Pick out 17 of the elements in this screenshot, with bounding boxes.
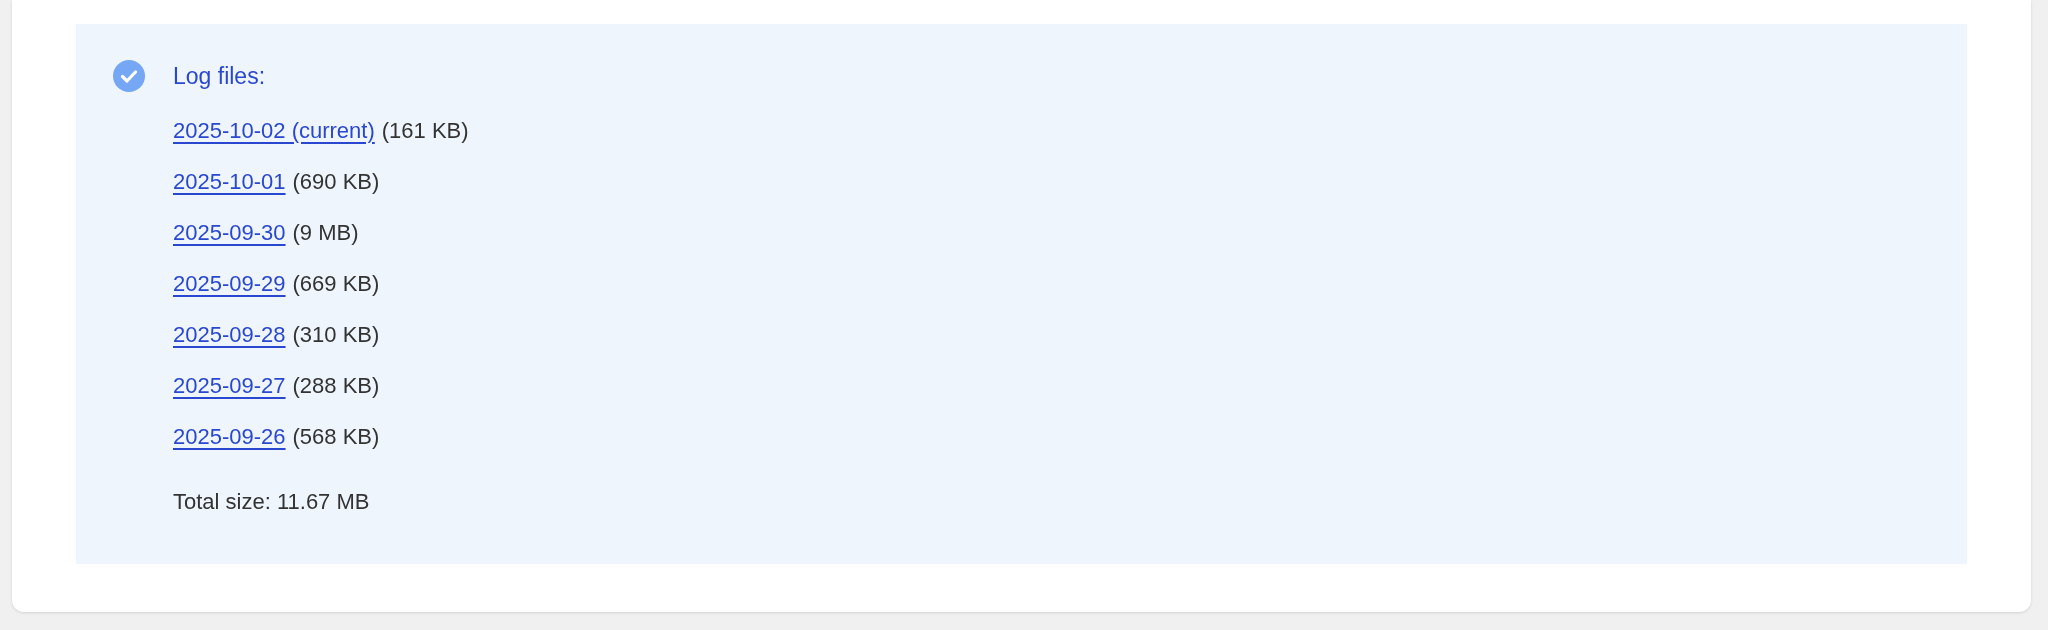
file-size-text: (310 KB) — [292, 320, 380, 349]
log-file-link[interactable]: 2025-09-30 — [173, 215, 286, 249]
log-file-link[interactable]: 2025-09-27 — [173, 368, 286, 402]
file-size-text: (568 KB) — [292, 422, 380, 451]
file-size-text: (288 KB) — [292, 371, 380, 400]
file-size-text: (161 KB) — [381, 116, 469, 145]
log-file-link[interactable]: 2025-09-26 — [173, 419, 286, 453]
log-file-link[interactable]: 2025-10-02 (current) — [173, 113, 375, 147]
log-file-link[interactable]: 2025-10-01 — [173, 164, 286, 198]
total-size-text: Total size: 11.67 MB — [173, 487, 371, 516]
check-circle-icon — [113, 60, 145, 93]
file-size-text: (669 KB) — [292, 269, 380, 298]
panel-title: Log files: — [173, 62, 266, 91]
file-size-text: (9 MB) — [292, 218, 359, 247]
file-size-text: (690 KB) — [292, 167, 380, 196]
log-file-link[interactable]: 2025-09-28 — [173, 317, 286, 351]
log-file-link[interactable]: 2025-09-29 — [173, 266, 286, 300]
